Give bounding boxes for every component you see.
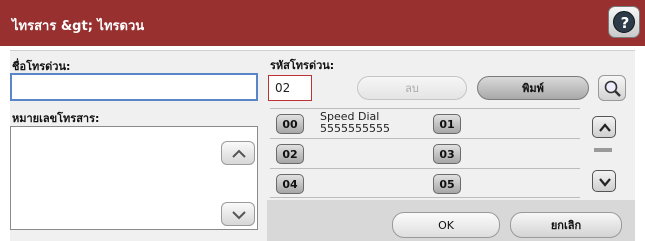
- search-button[interactable]: [598, 75, 626, 101]
- chevron-down-icon: [232, 211, 246, 220]
- speed-dial-code-button[interactable]: 02: [276, 144, 304, 164]
- scroll-position-indicator: [594, 148, 612, 152]
- speed-dial-row: 04 05: [270, 168, 580, 198]
- speed-dial-code-button[interactable]: 01: [433, 114, 461, 134]
- cancel-button[interactable]: ยกเลิก: [510, 212, 622, 238]
- scroll-down-button[interactable]: [221, 202, 255, 226]
- ok-button[interactable]: OK: [392, 212, 500, 238]
- speed-dial-number: 5555555555: [320, 122, 390, 135]
- print-button[interactable]: พิมพ์: [477, 76, 589, 100]
- help-icon: ?: [613, 11, 635, 33]
- code-value: 02: [275, 81, 291, 95]
- page-title: ไทรสาร &gt; ไทรดวน: [12, 19, 145, 34]
- speed-dial-code-input[interactable]: 02: [268, 75, 312, 101]
- speed-dial-code-button[interactable]: 04: [276, 174, 304, 194]
- speed-dial-code-button[interactable]: 00: [276, 114, 304, 134]
- speed-dial-name-input[interactable]: [10, 73, 258, 101]
- scroll-up-button[interactable]: [221, 141, 255, 165]
- speed-dial-code-button[interactable]: 03: [433, 144, 461, 164]
- delete-button[interactable]: ลบ: [357, 76, 467, 100]
- title-bar: ไทรสาร &gt; ไทรดวน ?: [0, 0, 645, 46]
- help-button[interactable]: ?: [608, 6, 640, 38]
- help-glyph: ?: [620, 14, 630, 32]
- chevron-up-icon: [232, 149, 246, 158]
- chevron-up-icon: [599, 123, 611, 132]
- chevron-down-icon: [599, 178, 611, 187]
- number-label: หมายเลขโทรสาร:: [12, 112, 100, 125]
- speed-dial-scroll-up[interactable]: [592, 116, 616, 138]
- speed-dial-scroll-down[interactable]: [592, 170, 616, 192]
- speed-dial-row: 00 Speed Dial 5555555555 01: [270, 108, 580, 138]
- magnifier-icon: [604, 80, 621, 97]
- speed-dial-code-button[interactable]: 05: [433, 174, 461, 194]
- fax-number-list[interactable]: [10, 126, 258, 230]
- speed-dial-row: 02 03: [270, 138, 580, 168]
- code-label: รหัสโทรด่วน:: [270, 59, 335, 72]
